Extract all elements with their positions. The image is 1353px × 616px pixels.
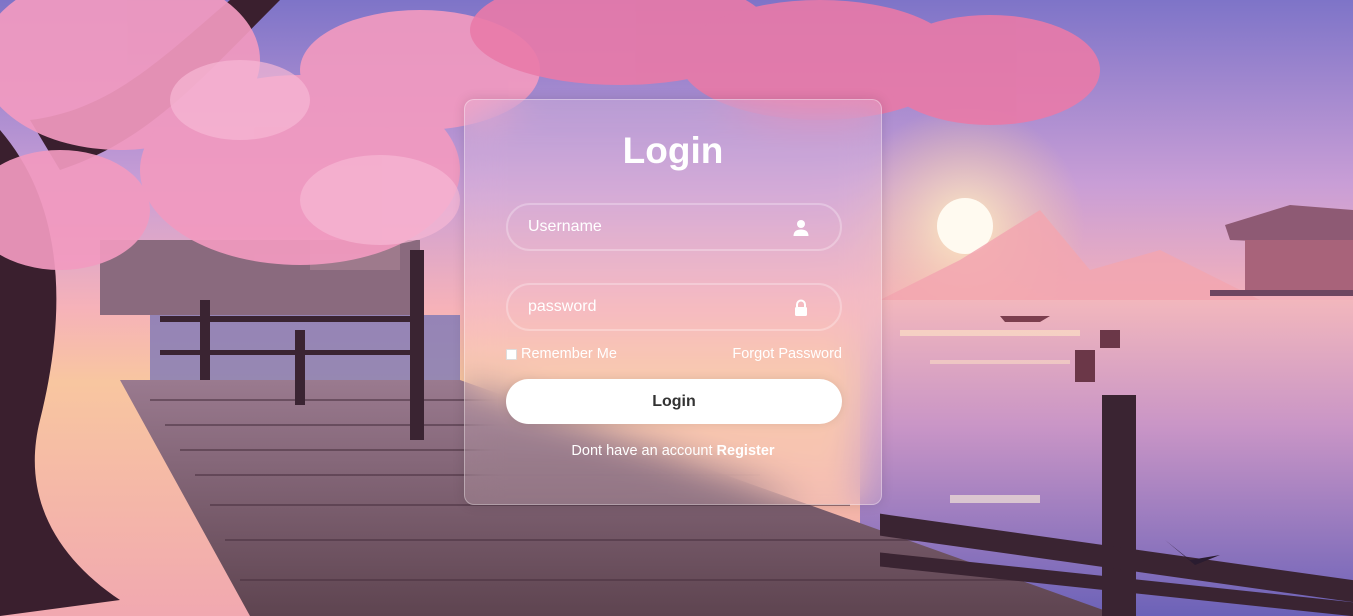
login-title: Login	[622, 130, 724, 171]
lock-icon	[795, 299, 807, 316]
forgot-password-link[interactable]: Forgot Password	[732, 346, 842, 362]
username-input[interactable]	[508, 205, 840, 249]
login-card: Login Remember Me Forgot Password Login	[464, 99, 882, 505]
login-button[interactable]: Login	[506, 379, 842, 424]
remember-forgot-row: Remember Me Forgot Password	[506, 346, 842, 366]
user-icon	[793, 220, 809, 236]
remember-checkbox[interactable]	[506, 348, 517, 360]
username-field[interactable]	[506, 203, 842, 251]
register-prompt: Dont have an account	[571, 443, 717, 459]
password-field[interactable]	[506, 283, 842, 331]
register-link[interactable]: Register	[717, 443, 775, 459]
remember-label: Remember Me	[521, 346, 617, 362]
remember-me[interactable]: Remember Me	[506, 346, 617, 362]
login-page: Login Remember Me Forgot Password Login	[0, 0, 1353, 616]
register-row: Dont have an account Register	[465, 443, 881, 459]
password-input[interactable]	[508, 285, 840, 329]
